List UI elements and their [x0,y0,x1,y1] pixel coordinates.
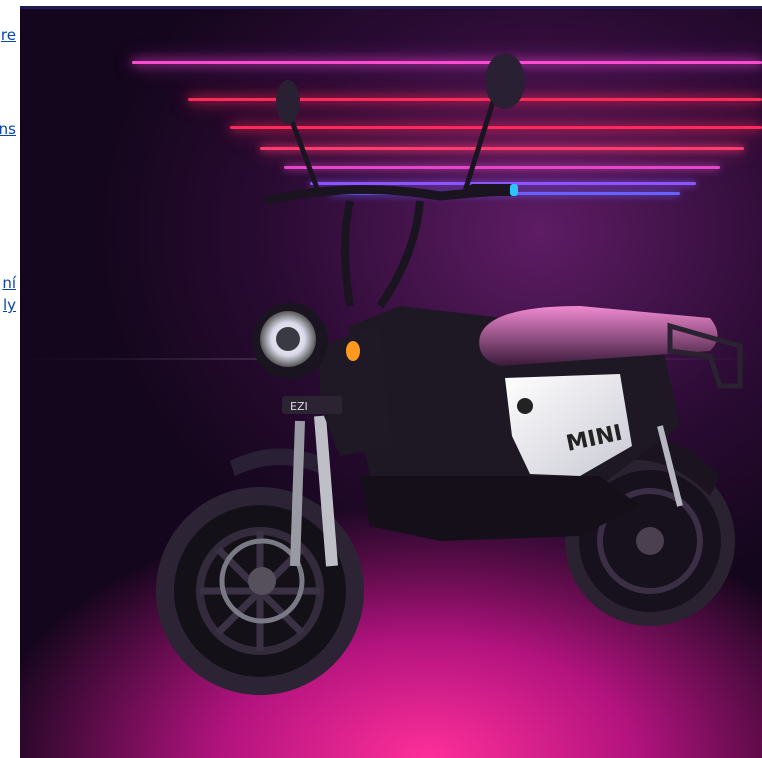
scooter-illustration: MINI EZI [156,53,743,695]
mirror-right [462,53,525,192]
headlight [252,303,328,379]
side-link-2[interactable]: ns [0,120,16,138]
left-links-column: re ns ní ly [0,0,20,758]
side-link-1[interactable]: re [1,26,16,44]
side-link-3[interactable]: ní [2,274,16,292]
side-link-4[interactable]: ly [3,296,16,314]
mirror-left [276,80,323,197]
hero-image: MINI EZI [20,6,762,758]
brand-badge: EZI [290,400,308,413]
